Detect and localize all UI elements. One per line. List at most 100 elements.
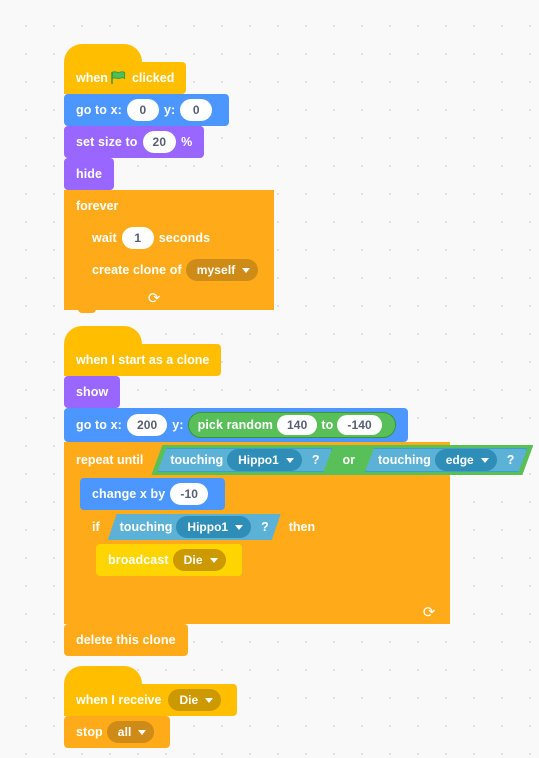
delete-clone-label: delete this clone: [76, 632, 176, 647]
chevron-down-icon: [481, 458, 489, 463]
y-input[interactable]: 0: [180, 99, 213, 121]
create-clone-label: create clone of: [92, 262, 182, 277]
hat-body: when I start as a clone: [64, 344, 222, 379]
block-forever[interactable]: forever wait 1 seconds create clone of m…: [64, 190, 275, 313]
or-label: or: [342, 453, 355, 467]
x-input[interactable]: 0: [126, 99, 159, 121]
block-set-size-to[interactable]: set size to 20 %: [64, 126, 205, 161]
broadcast-message-value: Die: [183, 553, 203, 567]
hat-dome: [64, 666, 142, 684]
hat-dome: [64, 326, 142, 344]
clone-target-dropdown[interactable]: myself: [185, 259, 259, 281]
block-go-to-xy-random[interactable]: go to x: 200 y: pick random 140 to -140: [64, 408, 408, 445]
receive-message-value: Die: [179, 693, 199, 707]
block-touching-hippo1[interactable]: touching Hippo1 ?: [108, 514, 281, 540]
chevron-down-icon: [286, 458, 294, 463]
hat-body: when clicked: [64, 62, 187, 97]
forever-footer: ⟲: [64, 286, 175, 313]
if-body: broadcast Die: [80, 544, 304, 576]
hat-dome: [64, 44, 142, 62]
question-mark: ?: [311, 453, 320, 467]
forever-label: forever: [76, 199, 119, 213]
hide-label: hide: [76, 166, 103, 181]
chevron-down-icon: [235, 525, 243, 530]
block-touching-edge[interactable]: touching edge ?: [365, 448, 527, 472]
block-wait-seconds[interactable]: wait 1 seconds: [80, 222, 223, 257]
block-create-clone-of[interactable]: create clone of myself: [80, 254, 275, 286]
if-header: if touching Hippo1 ? then: [80, 510, 315, 544]
forever-header: forever: [64, 190, 275, 222]
clone-target-value: myself: [196, 263, 236, 277]
repeat-until-footer: ⟲: [64, 600, 450, 627]
pick-random-to-input[interactable]: -140: [337, 415, 382, 435]
percent-label: %: [181, 134, 193, 149]
then-label: then: [288, 520, 316, 534]
size-input[interactable]: 20: [142, 131, 177, 153]
block-when-i-start-as-a-clone[interactable]: when I start as a clone: [64, 326, 222, 379]
forever-body: wait 1 seconds create clone of myself: [64, 222, 275, 286]
loop-arrow-icon: ⟲: [148, 289, 161, 307]
set-size-label: set size to: [76, 134, 138, 149]
if-label: if: [92, 520, 100, 534]
when-label: when: [76, 71, 108, 85]
block-change-x-by[interactable]: change x by -10: [80, 478, 226, 513]
stop-option-value: all: [117, 725, 132, 739]
block-hide[interactable]: hide: [64, 158, 115, 193]
script-flag-clicked[interactable]: when clicked go to x: 0 y: 0 set size to…: [64, 44, 275, 313]
if-footer: [80, 576, 304, 603]
pick-random-from-input[interactable]: 140: [277, 415, 318, 435]
touching-target-value: Hippo1: [238, 453, 279, 467]
go-to-x-label: go to x:: [76, 417, 122, 432]
touching-label: touching: [119, 520, 173, 534]
loop-arrow-icon: ⟲: [423, 603, 436, 621]
start-as-clone-label: when I start as a clone: [76, 353, 210, 367]
chevron-down-icon: [205, 697, 214, 703]
touching-target-dropdown[interactable]: Hippo1: [176, 516, 251, 538]
block-go-to-xy[interactable]: go to x: 0 y: 0: [64, 94, 230, 129]
go-to-y-label: y:: [163, 102, 176, 117]
touching-label: touching: [377, 453, 431, 467]
clicked-label: clicked: [131, 71, 175, 85]
block-touching-hippo1[interactable]: touching Hippo1 ?: [157, 448, 332, 472]
touching-target-value: edge: [445, 453, 474, 467]
go-to-x-label: go to x:: [76, 102, 122, 117]
scratch-workspace[interactable]: when clicked go to x: 0 y: 0 set size to…: [0, 0, 539, 758]
stop-option-dropdown[interactable]: all: [106, 721, 155, 743]
block-delete-this-clone[interactable]: delete this clone: [64, 624, 188, 656]
pick-random-label: pick random: [197, 418, 274, 432]
change-x-input[interactable]: -10: [170, 483, 209, 505]
block-stop[interactable]: stop all: [64, 716, 171, 748]
block-when-i-receive[interactable]: when I receive Die: [64, 666, 238, 719]
block-show[interactable]: show: [64, 376, 121, 411]
x-input[interactable]: 200: [126, 414, 168, 436]
block-broadcast[interactable]: broadcast Die: [96, 544, 242, 576]
repeat-until-label: repeat until: [76, 453, 144, 467]
block-repeat-until[interactable]: repeat until touching Hippo1 ? or touchi…: [64, 442, 450, 627]
question-mark: ?: [261, 520, 269, 534]
script-when-i-receive[interactable]: when I receive Die stop all: [64, 666, 238, 748]
receive-message-dropdown[interactable]: Die: [168, 689, 222, 711]
seconds-label: seconds: [158, 230, 211, 245]
go-to-y-label: y:: [172, 417, 184, 432]
question-mark: ?: [506, 453, 515, 467]
when-i-receive-label: when I receive: [76, 693, 162, 707]
chevron-down-icon: [209, 557, 218, 563]
repeat-until-header: repeat until touching Hippo1 ? or touchi…: [64, 442, 450, 478]
touching-target-dropdown[interactable]: Hippo1: [227, 449, 302, 471]
chevron-down-icon: [138, 729, 147, 735]
block-when-flag-clicked[interactable]: when clicked: [64, 44, 187, 97]
wait-duration-input[interactable]: 1: [121, 227, 154, 249]
wait-label: wait: [92, 230, 117, 245]
broadcast-message-dropdown[interactable]: Die: [172, 549, 226, 571]
chevron-down-icon: [242, 267, 251, 273]
block-if-then[interactable]: if touching Hippo1 ? then broadcast Die: [80, 510, 315, 603]
broadcast-label: broadcast: [108, 552, 169, 567]
script-start-as-clone[interactable]: when I start as a clone show go to x: 20…: [64, 326, 450, 656]
block-or-operator[interactable]: touching Hippo1 ? or touching edge ?: [151, 445, 533, 475]
touching-target-dropdown[interactable]: edge: [435, 449, 497, 471]
change-x-label: change x by: [92, 486, 166, 501]
show-label: show: [76, 384, 109, 399]
touching-target-value: Hippo1: [187, 520, 229, 534]
repeat-until-body: change x by -10 if touching Hippo1 ? the…: [64, 478, 450, 603]
block-pick-random[interactable]: pick random 140 to -140: [187, 412, 396, 438]
